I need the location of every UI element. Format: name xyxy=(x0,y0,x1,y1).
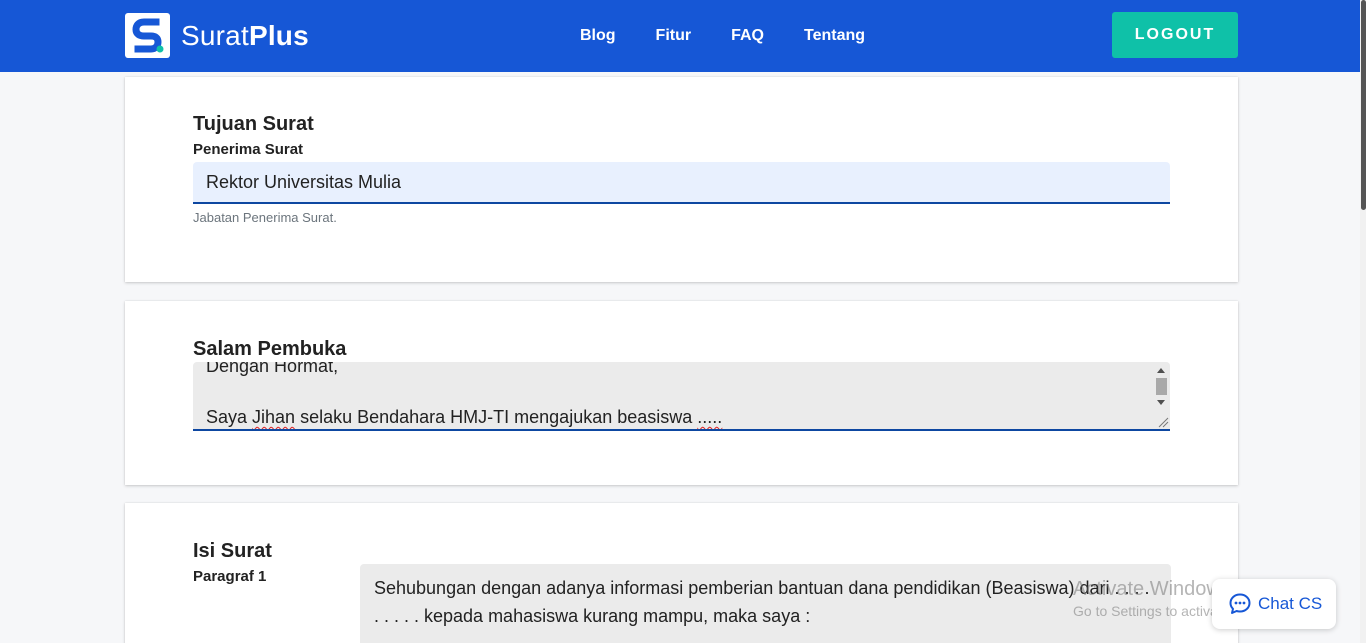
scroll-thumb[interactable] xyxy=(1156,378,1167,395)
logout-button[interactable]: LOGOUT xyxy=(1112,12,1238,58)
chat-cs-label: Chat CS xyxy=(1258,594,1323,613)
paragraf-1-label: Paragraf 1 xyxy=(193,568,267,585)
scroll-down-arrow-icon[interactable] xyxy=(1157,400,1165,405)
nav-link-blog[interactable]: Blog xyxy=(580,27,616,45)
penerima-surat-help: Jabatan Penerima Surat. xyxy=(193,210,337,225)
tujuan-surat-title: Tujuan Surat xyxy=(193,113,314,135)
salam-pembuka-title: Salam Pembuka xyxy=(193,338,347,360)
page-scroll-thumb[interactable] xyxy=(1361,0,1366,210)
brand-logo-link[interactable]: SuratPlus xyxy=(125,13,309,58)
salam-pembuka-card: Salam Pembuka Dengan Hormat, Saya Jihan … xyxy=(125,301,1238,485)
navbar: SuratPlus Blog Fitur FAQ Tentang LOGOUT xyxy=(0,0,1366,72)
brand-name: SuratPlus xyxy=(181,19,309,51)
paragraf-1-textarea[interactable]: Sehubungan dengan adanya informasi pembe… xyxy=(360,564,1171,643)
surat-plus-logo-icon xyxy=(125,13,170,58)
scroll-up-arrow-icon[interactable] xyxy=(1157,368,1165,373)
isi-surat-card: Isi Surat Paragraf 1 Sehubungan dengan a… xyxy=(125,503,1238,643)
tujuan-surat-card: Tujuan Surat Penerima Surat Jabatan Pene… xyxy=(125,77,1238,282)
chat-cs-button[interactable]: Chat CS xyxy=(1212,579,1336,629)
penerima-surat-label: Penerima Surat xyxy=(193,141,304,158)
resize-grip-icon[interactable] xyxy=(1156,415,1169,428)
chat-bubble-icon xyxy=(1229,593,1251,614)
page-scrollbar[interactable] xyxy=(1360,0,1366,643)
isi-surat-title: Isi Surat xyxy=(193,540,272,562)
nav-link-tentang[interactable]: Tentang xyxy=(804,27,865,45)
nav-link-fitur[interactable]: Fitur xyxy=(656,27,692,45)
salam-line-2: Saya Jihan selaku Bendahara HMJ-TI menga… xyxy=(206,407,723,427)
salam-pembuka-textarea[interactable]: Dengan Hormat, Saya Jihan selaku Bendaha… xyxy=(193,362,1170,431)
nav-links: Blog Fitur FAQ Tentang xyxy=(560,0,885,72)
nav-link-faq[interactable]: FAQ xyxy=(731,27,764,45)
penerima-surat-input[interactable] xyxy=(193,162,1170,204)
salam-line-1: Dengan Hormat, xyxy=(206,362,339,376)
